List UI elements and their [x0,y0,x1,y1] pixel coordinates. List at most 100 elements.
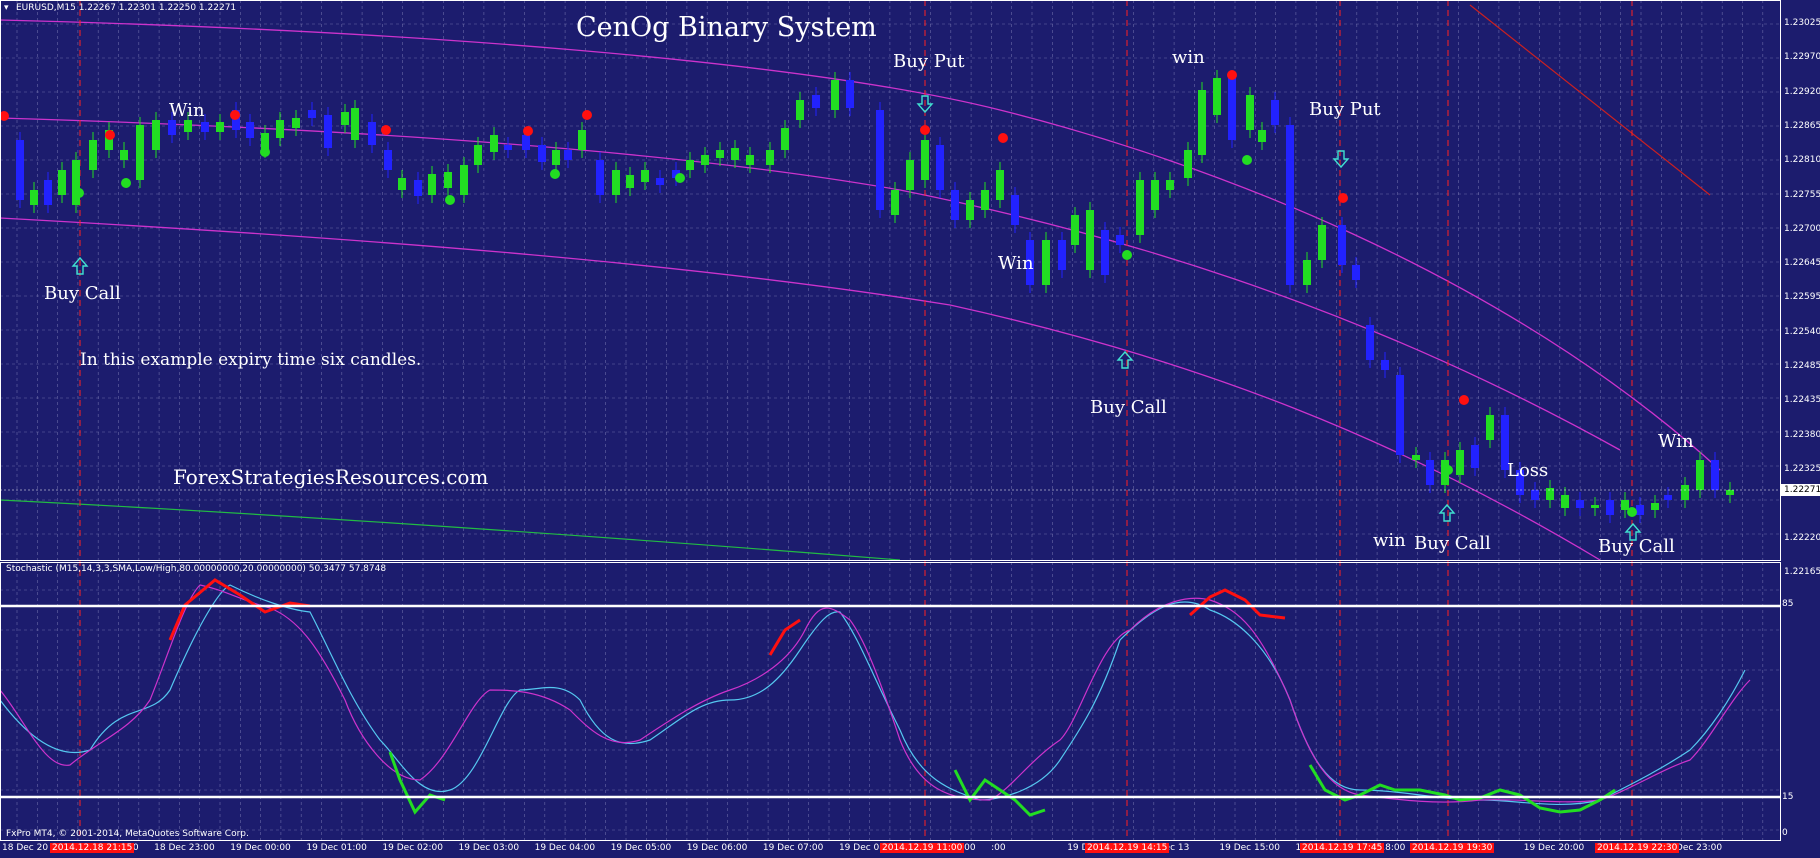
candle[interactable] [1711,460,1719,490]
candle[interactable] [1696,460,1704,490]
candle[interactable] [136,125,144,180]
mt4-chart-window[interactable]: ▾ EURUSD,M15 1.22267 1.22301 1.22250 1.2… [0,0,1820,858]
candle[interactable] [1486,415,1494,440]
candle[interactable] [184,120,192,132]
candle[interactable] [384,150,392,170]
candle[interactable] [1101,230,1109,275]
candle[interactable] [996,170,1004,200]
candle[interactable] [596,160,604,195]
candle[interactable] [30,190,38,205]
candle[interactable] [1303,260,1311,285]
candle[interactable] [656,178,664,185]
candle[interactable] [414,180,422,196]
candle[interactable] [906,160,914,190]
candle[interactable] [398,178,406,190]
candle[interactable] [686,160,694,170]
candle[interactable] [1258,130,1266,142]
candle[interactable] [1136,180,1144,235]
candle[interactable] [1198,90,1206,155]
candle[interactable] [781,128,789,150]
candle[interactable] [701,155,709,165]
candle[interactable] [876,110,884,210]
candle[interactable] [1412,455,1420,460]
candle[interactable] [578,130,586,150]
candle[interactable] [168,120,176,135]
candle[interactable] [341,112,349,125]
candle[interactable] [276,120,284,138]
candle[interactable] [120,150,128,160]
candle[interactable] [731,148,739,160]
candle[interactable] [16,140,24,200]
candle[interactable] [1651,503,1659,510]
candle[interactable] [1591,505,1599,508]
candle[interactable] [1621,500,1629,510]
candle[interactable] [1471,445,1479,468]
candle[interactable] [1071,215,1079,245]
candle[interactable] [951,190,959,220]
candle[interactable] [1366,325,1374,360]
candle[interactable] [1338,225,1346,265]
candle[interactable] [460,165,468,195]
candle[interactable] [1286,125,1294,285]
candle[interactable] [1606,500,1614,515]
candle[interactable] [308,110,316,118]
candle[interactable] [351,108,359,140]
candle[interactable] [966,200,974,220]
candle[interactable] [716,150,724,158]
candle[interactable] [1576,500,1584,508]
candle[interactable] [812,95,820,108]
candle[interactable] [1228,78,1236,140]
candle[interactable] [1636,505,1644,515]
candle[interactable] [1213,78,1221,115]
candle[interactable] [831,80,839,110]
candle[interactable] [428,174,436,195]
candle[interactable] [1184,150,1192,178]
candle[interactable] [152,120,160,150]
candle[interactable] [981,190,989,210]
candle[interactable] [44,180,52,205]
candle[interactable] [1456,450,1464,475]
candle[interactable] [1352,265,1360,280]
candle[interactable] [201,122,209,132]
candle[interactable] [1166,180,1174,190]
candle[interactable] [766,150,774,165]
candle[interactable] [444,172,452,188]
candle[interactable] [1318,225,1326,260]
candle[interactable] [552,150,560,165]
candle[interactable] [796,100,804,120]
candle[interactable] [504,145,512,150]
candle[interactable] [1381,360,1389,370]
candle[interactable] [1726,490,1734,495]
candle[interactable] [1396,375,1404,455]
candle[interactable] [921,140,929,180]
candle[interactable] [1116,235,1124,245]
candle[interactable] [89,140,97,170]
candle[interactable] [58,170,66,195]
candle[interactable] [746,155,754,165]
candle[interactable] [564,150,572,160]
candle[interactable] [490,135,498,152]
candle[interactable] [1151,180,1159,210]
chart-canvas[interactable] [0,0,1820,858]
candle[interactable] [246,122,254,138]
candle[interactable] [1664,495,1672,500]
candle[interactable] [368,122,376,145]
candle[interactable] [1681,485,1689,500]
candle[interactable] [1011,195,1019,225]
candle[interactable] [522,135,530,150]
candle[interactable] [641,170,649,182]
candle[interactable] [1561,495,1569,508]
candle[interactable] [538,145,546,162]
candle[interactable] [1271,100,1279,125]
candle[interactable] [216,122,224,132]
candle[interactable] [626,175,634,188]
candle[interactable] [292,118,300,128]
candle[interactable] [936,145,944,190]
candle[interactable] [72,160,80,205]
candle[interactable] [1086,210,1094,270]
candle[interactable] [612,170,620,195]
candle[interactable] [1246,95,1254,130]
candle[interactable] [891,190,899,215]
candle[interactable] [1426,460,1434,485]
candle[interactable] [1058,240,1066,270]
